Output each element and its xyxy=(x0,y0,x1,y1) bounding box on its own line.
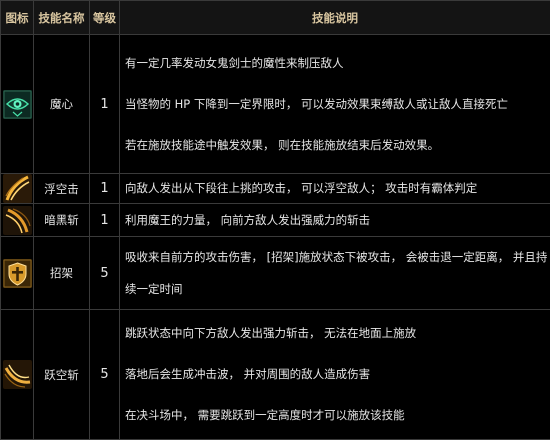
skill-name: 魔心 xyxy=(34,35,90,174)
skill-level: 1 xyxy=(90,35,120,174)
skill-name: 跃空斩 xyxy=(34,310,90,440)
skill-level: 5 xyxy=(90,310,120,440)
header-row: 图标 技能名称 等级 技能说明 xyxy=(1,1,550,35)
table-row: 招架 5 吸收来自前方的攻击伤害， [招架]施放状态下被攻击， 会被击退一定距离… xyxy=(1,237,550,310)
skill-icon-cell xyxy=(1,204,34,237)
table-row: 浮空击 1 向敌人发出从下段往上挑的攻击， 可以浮空敌人； 攻击时有霸体判定 xyxy=(1,174,550,204)
skill-description: 跳跃状态中向下方敌人发出强力斩击， 无法在地面上施放 落地后会生成冲击波， 并对… xyxy=(120,310,550,440)
skill-description: 有一定几率发动女鬼剑士的魔性来制压敌人 当怪物的 HP 下降到一定界限时， 可以… xyxy=(120,35,550,174)
skill-icon-cell xyxy=(1,310,34,440)
skill-description: 利用魔王的力量， 向前方敌人发出强威力的斩击 xyxy=(120,204,550,237)
dark-slash-icon xyxy=(3,206,32,235)
skill-level: 5 xyxy=(90,237,120,310)
skill-icon-cell xyxy=(1,237,34,310)
desc-line: 利用魔王的力量， 向前方敌人发出强威力的斩击 xyxy=(125,212,550,229)
skill-level: 1 xyxy=(90,204,120,237)
skill-table: 图标 技能名称 等级 技能说明 魔心 1 有一定几率发动女鬼剑士的魔性来 xyxy=(0,0,550,440)
desc-line: 若在施放技能途中触发效果， 则在技能施放结束后发动效果。 xyxy=(125,137,550,154)
green-eye-heart-icon xyxy=(3,90,32,119)
skill-icon-cell xyxy=(1,174,34,204)
desc-line: 向敌人发出从下段往上挑的攻击， 可以浮空敌人； 攻击时有霸体判定 xyxy=(125,180,550,197)
header-icon: 图标 xyxy=(1,1,34,35)
header-name: 技能名称 xyxy=(34,1,90,35)
desc-line: 跳跃状态中向下方敌人发出强力斩击， 无法在地面上施放 xyxy=(125,325,550,342)
skill-name: 浮空击 xyxy=(34,174,90,204)
table-row: 跃空斩 5 跳跃状态中向下方敌人发出强力斩击， 无法在地面上施放 落地后会生成冲… xyxy=(1,310,550,440)
sword-guard-icon xyxy=(3,259,32,288)
skill-description: 向敌人发出从下段往上挑的攻击， 可以浮空敌人； 攻击时有霸体判定 xyxy=(120,174,550,204)
upward-slash-icon xyxy=(3,174,32,203)
table-row: 暗黑斩 1 利用魔王的力量， 向前方敌人发出强威力的斩击 xyxy=(1,204,550,237)
header-level: 等级 xyxy=(90,1,120,35)
skill-description: 吸收来自前方的攻击伤害， [招架]施放状态下被攻击， 会被击退一定距离， 并且持… xyxy=(120,237,550,310)
desc-line: 当怪物的 HP 下降到一定界限时， 可以发动效果束缚敌人或让敌人直接死亡 xyxy=(125,96,550,113)
desc-line: 有一定几率发动女鬼剑士的魔性来制压敌人 xyxy=(125,55,550,72)
skill-level: 1 xyxy=(90,174,120,204)
header-desc: 技能说明 xyxy=(120,1,550,35)
table-row: 魔心 1 有一定几率发动女鬼剑士的魔性来制压敌人 当怪物的 HP 下降到一定界限… xyxy=(1,35,550,174)
skill-name: 招架 xyxy=(34,237,90,310)
skill-name: 暗黑斩 xyxy=(34,204,90,237)
jump-slash-icon xyxy=(3,360,32,389)
desc-line: 在决斗场中， 需要跳跃到一定高度时才可以施放该技能 xyxy=(125,407,550,424)
desc-line: 吸收来自前方的攻击伤害， [招架]施放状态下被攻击， 会被击退一定距离， 并且持… xyxy=(125,241,550,305)
skill-icon-cell xyxy=(1,35,34,174)
desc-line: 落地后会生成冲击波， 并对周围的敌人造成伤害 xyxy=(125,366,550,383)
